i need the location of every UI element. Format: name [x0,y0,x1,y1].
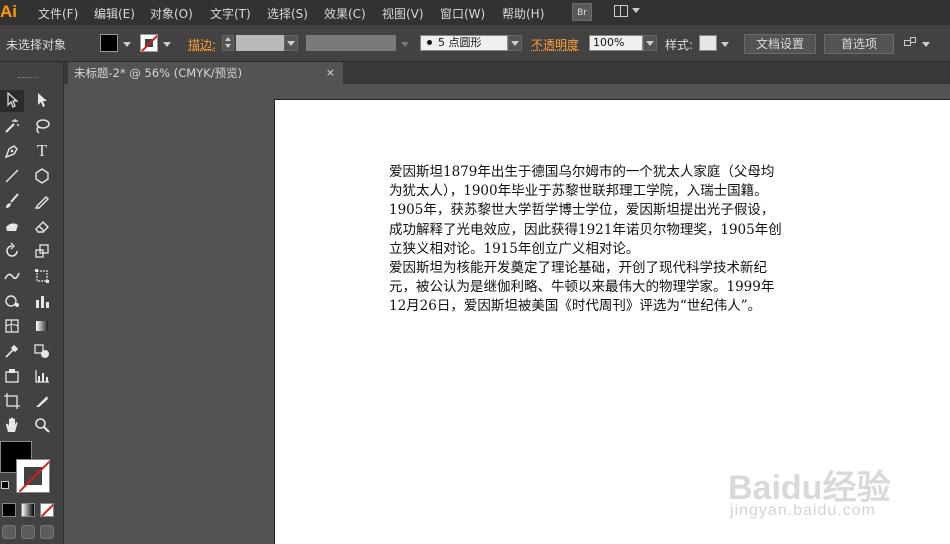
app-logo: Ai [0,2,17,21]
color-mode-button[interactable] [2,503,16,517]
chevron-down-icon[interactable] [163,42,171,47]
arrange-documents-icon[interactable] [904,37,916,49]
bridge-button[interactable]: Br [572,3,592,21]
menu-edit[interactable]: 编辑(E) [94,5,135,22]
artboard-tool-icon[interactable] [0,390,24,412]
chevron-down-icon [632,8,640,13]
text-line: 爱因斯坦1879年出生于德国乌尔姆市的一个犹太人家庭（父母均 [389,164,775,180]
slice-tool-icon[interactable] [0,365,24,387]
brush-dot-icon [427,40,432,45]
brush-definition-field[interactable]: 5 点圆形 [420,35,508,51]
document-tab-bar: 未标题-2* @ 56% (CMYK/预览) × [64,62,950,84]
type-tool-icon[interactable]: T [30,140,54,162]
scale-tool-icon[interactable] [30,240,54,262]
menu-view[interactable]: 视图(V) [382,5,424,22]
draw-behind-icon[interactable] [21,525,35,539]
selection-status: 未选择对象 [6,38,67,52]
menu-object[interactable]: 对象(O) [150,5,193,22]
tools-panel: T [0,62,64,544]
lasso-tool-icon[interactable] [30,115,54,137]
paintbrush-tool-icon[interactable] [0,190,24,212]
stroke-label[interactable]: 描边: [188,36,216,53]
text-line: 12月26日，爱因斯坦被美国《时代周刊》评选为“世纪伟人”。 [389,298,762,315]
default-fill-stroke-icon[interactable] [1,481,9,489]
stroke-swatch[interactable] [16,459,50,493]
stroke-weight-input[interactable] [236,35,284,51]
gradient-mode-button[interactable] [21,503,35,517]
control-bar: 未选择对象 描边: 5 点圆形 不透明度 100% 样式: 文档设置 首选项 [0,25,950,62]
menu-window[interactable]: 窗口(W) [440,5,485,22]
zoom-tool-icon[interactable] [30,414,54,436]
fill-color-swatch[interactable] [100,34,118,52]
line-tool-icon[interactable] [0,165,24,187]
menu-effect[interactable]: 效果(C) [324,5,366,22]
graphic-style-swatch[interactable] [699,35,717,51]
text-line: 元，被公认为是继伽利略、牛顿以来最伟大的物理学家。1999年 [389,279,775,296]
text-line: 立狭义相对论。1915年创立广义相对论。 [389,240,640,257]
workspace-layout-button[interactable] [612,3,640,21]
pencil-tool-icon[interactable] [30,190,54,212]
menu-type[interactable]: 文字(T) [210,5,251,22]
variable-width-profile[interactable] [306,35,396,51]
document-tab[interactable]: 未标题-2* @ 56% (CMYK/预览) × [68,62,343,84]
brush-dropdown[interactable] [508,35,522,51]
blob-brush-tool-icon[interactable] [0,215,24,237]
stroke-color-swatch[interactable] [140,34,158,52]
text-line: 1905年，获苏黎世大学哲学博士学位，爱因斯坦提出光子假设， [389,202,775,219]
selection-tool-icon[interactable] [0,90,24,112]
free-transform-tool-icon[interactable] [30,265,54,287]
menu-help[interactable]: 帮助(H) [502,5,544,22]
menu-select[interactable]: 选择(S) [267,5,308,22]
gradient-tool-icon[interactable] [30,315,54,337]
symbol-sprayer-tool-icon[interactable] [0,290,24,312]
close-icon[interactable]: × [326,62,335,84]
opacity-dropdown[interactable] [643,35,657,51]
watermark-url: jingyan.baidu.com [730,502,876,519]
chevron-down-icon [511,41,519,46]
column-graph-tool-icon[interactable] [30,290,54,312]
mesh-tool-icon[interactable] [0,315,24,337]
chevron-down-icon[interactable] [123,42,131,47]
none-mode-button[interactable] [40,503,54,517]
layout-icon [614,5,628,17]
magic-wand-tool-icon[interactable] [0,115,24,137]
text-line: 为犹太人），1900年毕业于苏黎世联邦理工学院，入瑞士国籍。 [389,183,768,200]
text-line: 爱因斯坦为核能开发奠定了理论基础，开创了现代科学技术新纪 [389,260,767,277]
shape-tool-icon[interactable] [30,165,54,187]
chevron-down-icon[interactable] [401,42,409,47]
document-setup-button[interactable]: 文档设置 [744,34,816,54]
panel-grip[interactable] [18,77,38,80]
knife-tool-icon[interactable] [30,390,54,412]
pen-tool-icon[interactable] [0,140,24,162]
chevron-down-icon [646,41,654,46]
warp-tool-icon[interactable] [0,265,24,287]
style-label: 样式: [665,38,694,52]
direct-selection-tool-icon[interactable] [30,90,54,112]
chevron-down-icon [287,41,295,46]
text-line: 成功解释了光电效应，因此获得1921年诺贝尔物理奖，1905年创 [389,221,782,238]
stroke-weight-dropdown[interactable] [284,35,298,51]
opacity-input[interactable]: 100% [589,35,643,51]
graph-tool-icon[interactable] [30,365,54,387]
draw-inside-icon[interactable] [40,525,54,539]
blend-tool-icon[interactable] [30,340,54,362]
watermark: Baidu经验 jingyan.baidu.com [728,460,928,530]
draw-normal-icon[interactable] [2,525,16,539]
eraser-tool-icon[interactable] [30,215,54,237]
preferences-button[interactable]: 首选项 [824,34,894,54]
document-tab-title: 未标题-2* @ 56% (CMYK/预览) [74,66,243,80]
stroke-weight-stepper[interactable] [222,35,234,51]
eyedropper-tool-icon[interactable] [0,340,24,362]
chevron-down-icon[interactable] [922,42,930,47]
chevron-down-icon[interactable] [721,42,729,47]
hand-tool-icon[interactable] [0,414,24,436]
menu-file[interactable]: 文件(F) [38,5,78,22]
rotate-tool-icon[interactable] [0,240,24,262]
menu-bar: Ai 文件(F) 编辑(E) 对象(O) 文字(T) 选择(S) 效果(C) 视… [0,0,950,25]
text-frame[interactable]: 爱因斯坦1879年出生于德国乌尔姆市的一个犹太人家庭（父母均 为犹太人），190… [389,163,839,317]
opacity-label[interactable]: 不透明度 [531,36,579,53]
brush-value: 5 点圆形 [438,36,482,49]
